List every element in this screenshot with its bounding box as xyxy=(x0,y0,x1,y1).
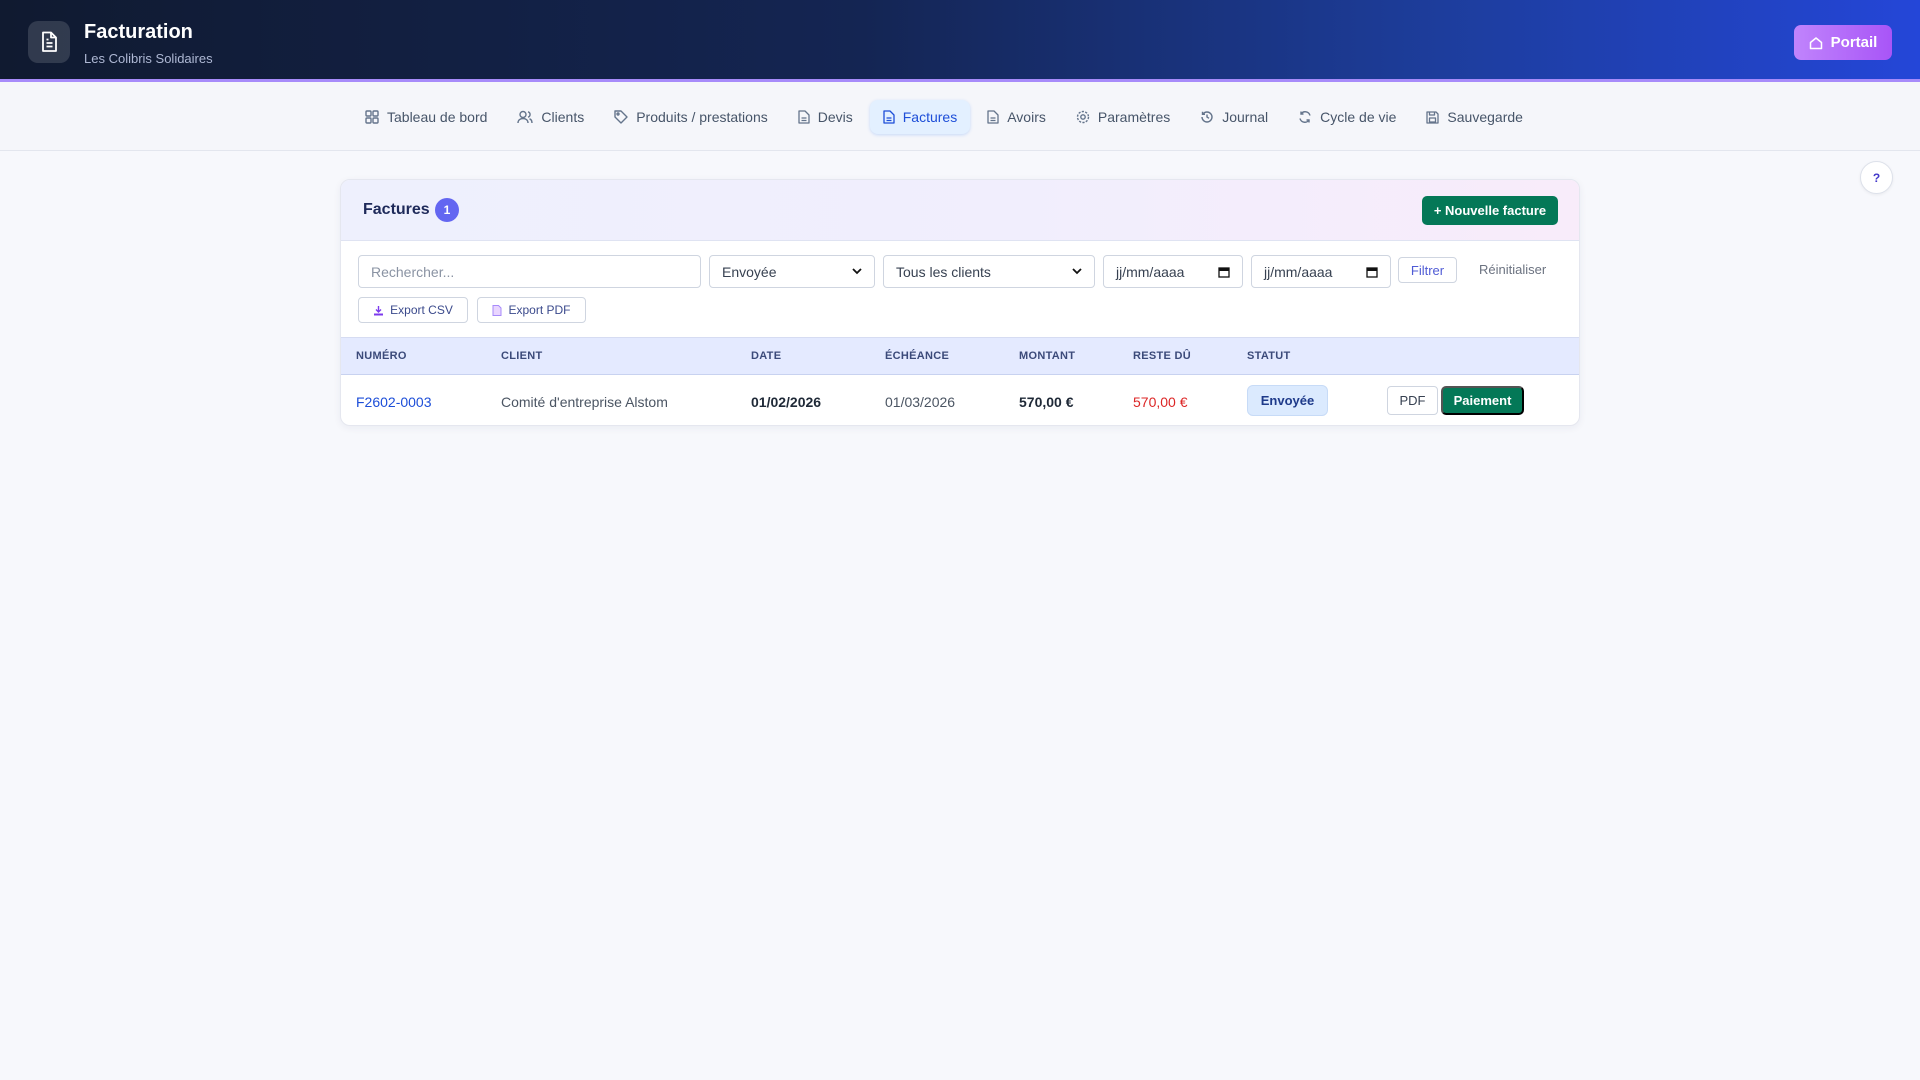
history-icon xyxy=(1201,111,1213,123)
search-placeholder: Rechercher... xyxy=(371,263,455,280)
file-icon xyxy=(798,110,810,124)
app-header: Facturation Les Colibris Solidaires Port… xyxy=(0,0,1920,82)
download-icon xyxy=(374,305,384,315)
portal-button[interactable]: Portail xyxy=(1794,25,1892,60)
card-title: Factures xyxy=(363,201,430,218)
status-badge: Envoyée xyxy=(1247,385,1328,416)
invoice-date: 01/02/2026 xyxy=(751,394,822,410)
nav-item-credit-notes[interactable]: Avoirs xyxy=(974,100,1059,134)
filter-button[interactable]: Filtrer xyxy=(1398,257,1457,283)
date-from-value: jj/mm/aaaa xyxy=(1116,263,1185,280)
main-navigation: Tableau de bord Clients Produits / prest… xyxy=(0,82,1920,151)
nav-item-backup[interactable]: Sauvegarde xyxy=(1413,100,1536,134)
tag-icon xyxy=(614,110,628,124)
client-name: Comité d'entreprise Alstom xyxy=(501,394,668,410)
nav-item-clients[interactable]: Clients xyxy=(504,100,597,134)
invoice-count-badge: 1 xyxy=(435,198,459,222)
column-header-remaining: RESTE DÛ xyxy=(1133,350,1192,362)
invoice-number-link[interactable]: F2602-0003 xyxy=(356,394,432,410)
nav-label: Produits / prestations xyxy=(636,109,768,125)
status-select[interactable]: Envoyée xyxy=(709,255,875,288)
invoices-card: Factures 1 + Nouvelle facture Rechercher… xyxy=(340,179,1580,426)
pdf-button[interactable]: PDF xyxy=(1387,386,1438,415)
column-header-client: CLIENT xyxy=(501,350,543,362)
gear-icon xyxy=(1076,110,1090,124)
nav-item-products[interactable]: Produits / prestations xyxy=(601,100,781,134)
calendar-icon xyxy=(1366,266,1378,278)
nav-label: Paramètres xyxy=(1097,109,1171,125)
chevron-down-icon xyxy=(852,268,862,275)
column-header-status: STATUT xyxy=(1247,350,1291,362)
nav-item-journal[interactable]: Journal xyxy=(1187,100,1281,134)
payment-button[interactable]: Paiement xyxy=(1441,386,1524,415)
nav-item-dashboard[interactable]: Tableau de bord xyxy=(352,100,500,134)
nav-label: Avoirs xyxy=(1007,109,1046,125)
table-header: NUMÉRO CLIENT DATE ÉCHÉANCE MONTANT REST… xyxy=(341,337,1579,375)
card-header: Factures 1 + Nouvelle facture xyxy=(341,180,1579,241)
portal-label: Portail xyxy=(1830,34,1878,51)
nav-item-lifecycle[interactable]: Cycle de vie xyxy=(1285,100,1409,134)
nav-label: Journal xyxy=(1222,109,1269,125)
export-csv-button[interactable]: Export CSV xyxy=(358,297,468,323)
export-csv-label: Export CSV xyxy=(390,303,453,317)
home-icon xyxy=(1809,36,1822,49)
nav-item-quotes[interactable]: Devis xyxy=(785,100,866,134)
document-icon xyxy=(492,304,502,316)
chevron-down-icon xyxy=(1072,268,1082,275)
refresh-icon xyxy=(1299,111,1311,123)
nav-label: Tableau de bord xyxy=(387,109,488,125)
date-to-value: jj/mm/aaaa xyxy=(1264,263,1333,280)
help-label: ? xyxy=(1872,170,1881,185)
client-select-value: Tous les clients xyxy=(896,263,991,280)
column-header-date: DATE xyxy=(751,350,782,362)
column-header-due: ÉCHÉANCE xyxy=(885,350,950,362)
client-select[interactable]: Tous les clients xyxy=(883,255,1095,288)
nav-label: Factures xyxy=(902,109,958,125)
date-to-input[interactable]: jj/mm/aaaa xyxy=(1251,255,1391,288)
document-icon xyxy=(28,21,70,63)
calendar-icon xyxy=(1218,266,1230,278)
search-input[interactable]: Rechercher... xyxy=(358,255,701,288)
reset-link[interactable]: Réinitialiser xyxy=(1479,262,1546,277)
column-header-number: NUMÉRO xyxy=(356,350,407,362)
nav-label: Sauvegarde xyxy=(1447,109,1523,125)
export-pdf-label: Export PDF xyxy=(508,303,571,317)
new-invoice-button[interactable]: + Nouvelle facture xyxy=(1422,196,1558,225)
due-date: 01/03/2026 xyxy=(885,394,956,410)
nav-label: Clients xyxy=(541,109,585,125)
file-icon xyxy=(987,110,999,124)
nav-label: Devis xyxy=(817,109,853,125)
table-row: F2602-0003 Comité d'entreprise Alstom 01… xyxy=(341,375,1579,425)
users-icon xyxy=(517,110,534,124)
export-pdf-button[interactable]: Export PDF xyxy=(477,297,586,323)
save-icon xyxy=(1426,110,1440,124)
status-select-value: Envoyée xyxy=(722,263,777,280)
nav-item-invoices[interactable]: Factures xyxy=(869,100,971,134)
invoice-icon xyxy=(883,110,895,124)
column-header-amount: MONTANT xyxy=(1019,350,1076,362)
organization-name: Les Colibris Solidaires xyxy=(84,51,213,66)
nav-item-settings[interactable]: Paramètres xyxy=(1063,100,1183,134)
help-button[interactable]: ? xyxy=(1860,161,1893,194)
amount: 570,00 € xyxy=(1019,394,1074,410)
nav-label: Cycle de vie xyxy=(1320,109,1397,125)
app-title: Facturation xyxy=(84,21,193,43)
grid-icon xyxy=(365,110,379,124)
remaining-due: 570,00 € xyxy=(1133,394,1188,410)
date-from-input[interactable]: jj/mm/aaaa xyxy=(1103,255,1243,288)
